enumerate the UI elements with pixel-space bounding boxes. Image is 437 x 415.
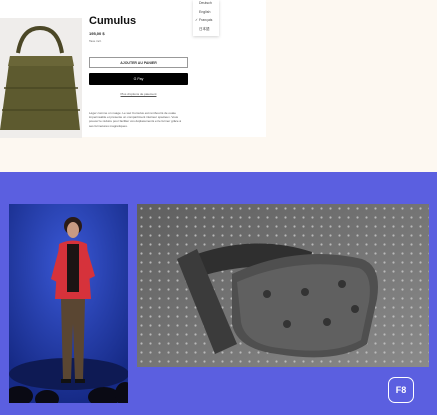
language-option-english[interactable]: English <box>199 10 210 14</box>
f8-logo: F8 <box>388 377 414 403</box>
add-to-cart-button[interactable]: AJOUTER AU PANIER <box>89 57 188 68</box>
speaker-photo <box>9 204 128 403</box>
store-screenshot-area: Cumulus 195,00 $ Taxe incl. AJOUTER AU P… <box>0 0 437 172</box>
more-payment-options-link[interactable]: Plus d'options de paiement <box>89 92 188 96</box>
language-dropdown: Deutsch English ✓ Français 日本語 <box>193 0 219 36</box>
language-option-japanese[interactable]: 日本語 <box>199 27 210 32</box>
product-price: 195,00 $ <box>89 31 105 36</box>
language-option-francais[interactable]: Français <box>199 18 212 22</box>
language-option-deutsch[interactable]: Deutsch <box>199 1 212 5</box>
google-pay-button[interactable]: G Pay <box>89 73 188 85</box>
product-image <box>0 18 82 138</box>
product-page: Cumulus 195,00 $ Taxe incl. AJOUTER AU P… <box>0 0 266 138</box>
product-description: Léger comme un nuage. Le sac Cumulus est… <box>89 111 182 128</box>
tax-note: Taxe incl. <box>89 39 102 43</box>
product-title: Cumulus <box>89 15 137 27</box>
vr-headset-photo <box>137 204 429 367</box>
check-icon: ✓ <box>195 18 198 22</box>
